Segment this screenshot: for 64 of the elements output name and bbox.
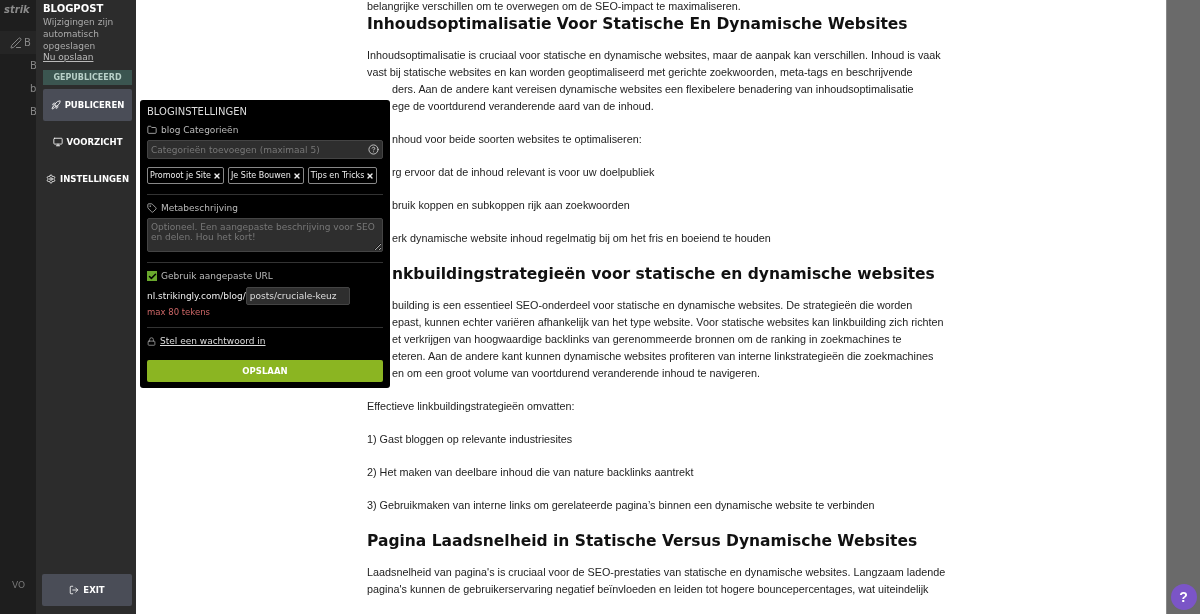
folder-icon — [147, 125, 157, 135]
meta-description-field[interactable]: Optioneel. Een aangepaste beschrijving voor SEO en delen. Hou het kort! — [147, 218, 383, 252]
help-button[interactable]: ? — [1170, 584, 1197, 610]
monitor-icon — [52, 137, 63, 147]
category-tag: Promoot je Site — [147, 167, 224, 184]
category-tag: Je Site Bouwen — [228, 167, 304, 184]
article-text: eteren. Aan de andere kant kunnen dynamische websites profiteren van interne linkstrategieën die zoekmachines — [392, 349, 935, 364]
menu-item-text: b — [30, 83, 36, 94]
article-text: epast, kunnen echter variëren afhankelijk van het type website. Voor statische websites kan linkbuilding zich richten — [392, 315, 944, 330]
checkbox-label: Gebruik aangepaste URL — [161, 271, 273, 281]
menu-item-text: B — [30, 60, 36, 71]
article-text: rg ervoor dat de inhoud relevant is voor uw doelpubliek — [392, 165, 655, 180]
article-text: bruik koppen en subkoppen rijk aan zoekwoorden — [392, 198, 630, 213]
menu-item-text: B — [30, 106, 36, 117]
article-heading: Inhoudsoptimalisatie Voor Statische En Dynamische Websites — [367, 14, 908, 35]
article-text: belangrijke verschillen om te overwegen om de SEO-impact te maximaliseren. — [367, 0, 741, 13]
article-text: 3) Gebruikmaken van interne links om gerelateerde pagina’s binnen een dynamische website te verbinden — [367, 498, 875, 513]
article-text: Inhoudsoptimalisatie is cruciaal voor statische en dynamische websites, maar de aanpak kan verschillen. Inhoud is vaak — [367, 48, 941, 63]
article-text: 1) Gast bloggen op relevante industriesites — [367, 432, 573, 447]
preview-button[interactable]: VOORZICHT — [43, 126, 132, 158]
close-icon[interactable] — [213, 171, 221, 180]
publish-button[interactable]: PUBLICEREN — [43, 89, 132, 121]
lock-icon — [147, 336, 156, 346]
tag-icon — [147, 203, 157, 213]
logo-text: strik — [3, 3, 30, 15]
category-tag: Tips en Tricks — [307, 167, 378, 184]
field-label: blog Categorieën — [161, 125, 239, 135]
article-text: Effectieve linkbuildingstrategieën omvatten: — [367, 399, 575, 414]
status-badge: GEPUBLICEERD — [43, 70, 132, 85]
settings-button[interactable]: INSTELLINGEN — [43, 163, 132, 195]
exit-icon — [69, 585, 80, 595]
article-text: en om een groot volume van voortdurend veranderende inhoud te navigeren. — [392, 366, 761, 381]
article-text: ege de voortdurend veranderende aard van de inhoud. — [392, 99, 655, 114]
save-now-link[interactable]: Nu opslaan — [43, 52, 94, 62]
close-icon[interactable] — [292, 171, 301, 180]
password-link[interactable]: Stel een wachtwoord in — [160, 336, 266, 346]
article-text: et verkrijgen van hoogwaardige backlinks van gerenommeerde bronnen om de ranking in zoekmachines te — [392, 332, 903, 347]
checkbox[interactable] — [147, 271, 157, 281]
save-status: Wijzigingen zijn automatisch opgeslagen — [43, 16, 115, 52]
url-hint: max 80 tekens — [147, 307, 211, 317]
article-text: pagina's kunnen de gebruikerservaring negatief beïnvloeden en leiden tot hogere bouncepercentages, wat uiteindelijk — [367, 582, 930, 597]
article-text: 2) Het maken van deelbare inhoud die van nature backlinks aantrekt — [367, 465, 694, 480]
article-heading: nkbuildingstrategieën voor statische en dynamische websites — [392, 264, 935, 285]
url-prefix: nl.strikingly.com/blog/ — [147, 291, 246, 301]
exit-button[interactable]: EXIT — [42, 574, 132, 606]
article-text: erk dynamische website inhoud regelmatig bij om het fris en boeiend te houden — [392, 231, 771, 246]
sidebar-title: BLOGPOST — [43, 3, 105, 14]
help-icon[interactable] — [368, 144, 379, 155]
field-label: Metabeschrijving — [161, 203, 238, 213]
rocket-icon — [50, 100, 61, 110]
article-text: nhoud voor beide soorten websites te optimaliseren: — [392, 132, 642, 147]
article-text: ders. Aan de andere kant vereisen dynamische websites een flexibelere benadering van inhoudsoptimalisatie — [392, 82, 915, 97]
pen-icon — [10, 36, 22, 49]
article-text: building is een essentieel SEO-onderdeel voor statische en dynamische websites. De strategieën die worden — [392, 298, 914, 313]
url-input-field[interactable]: posts/cruciale-keuz — [245, 287, 350, 305]
close-icon[interactable] — [366, 171, 375, 180]
article-text: Laadsnelheid van pagina's is cruciaal voor de SEO-prestaties van statische en dynamische websites. Langzaam ladende — [367, 565, 946, 580]
menu-item-text: VO — [11, 580, 27, 590]
popover-title: BLOGINSTELLINGEN — [147, 106, 249, 117]
article-text: vast bij statische websites en kan worden geoptimaliseerd met gerichte zoekwoorden, meta-tags en beschrijvende — [367, 65, 914, 80]
gear-icon — [46, 174, 56, 184]
menu-item-text: B — [24, 37, 31, 48]
category-input-field[interactable]: Categorieën toevoegen (maximaal 5) — [147, 140, 383, 159]
article-heading: Pagina Laadsnelheid in Statische Versus Dynamische Websites — [367, 531, 918, 552]
